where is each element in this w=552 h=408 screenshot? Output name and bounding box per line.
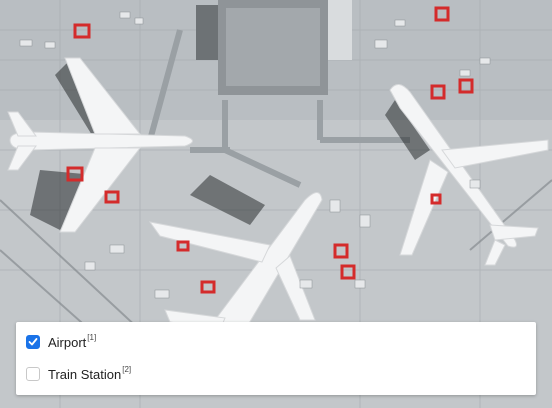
legend-item-airport[interactable]: Airport[1] (26, 332, 96, 352)
legend-item-train-station[interactable]: Train Station[2] (26, 364, 131, 384)
reference-marker[interactable]: [1] (87, 333, 96, 342)
legend-item-label: Train Station[2] (48, 364, 132, 382)
train-station-checkbox[interactable] (26, 367, 40, 381)
legend-item-label: Airport[1] (48, 332, 97, 350)
reference-marker[interactable]: [2] (122, 365, 131, 374)
airport-checkbox[interactable] (26, 335, 40, 349)
check-icon (28, 338, 38, 346)
legend-panel: Airport[1] Train Station[2] (16, 322, 536, 395)
